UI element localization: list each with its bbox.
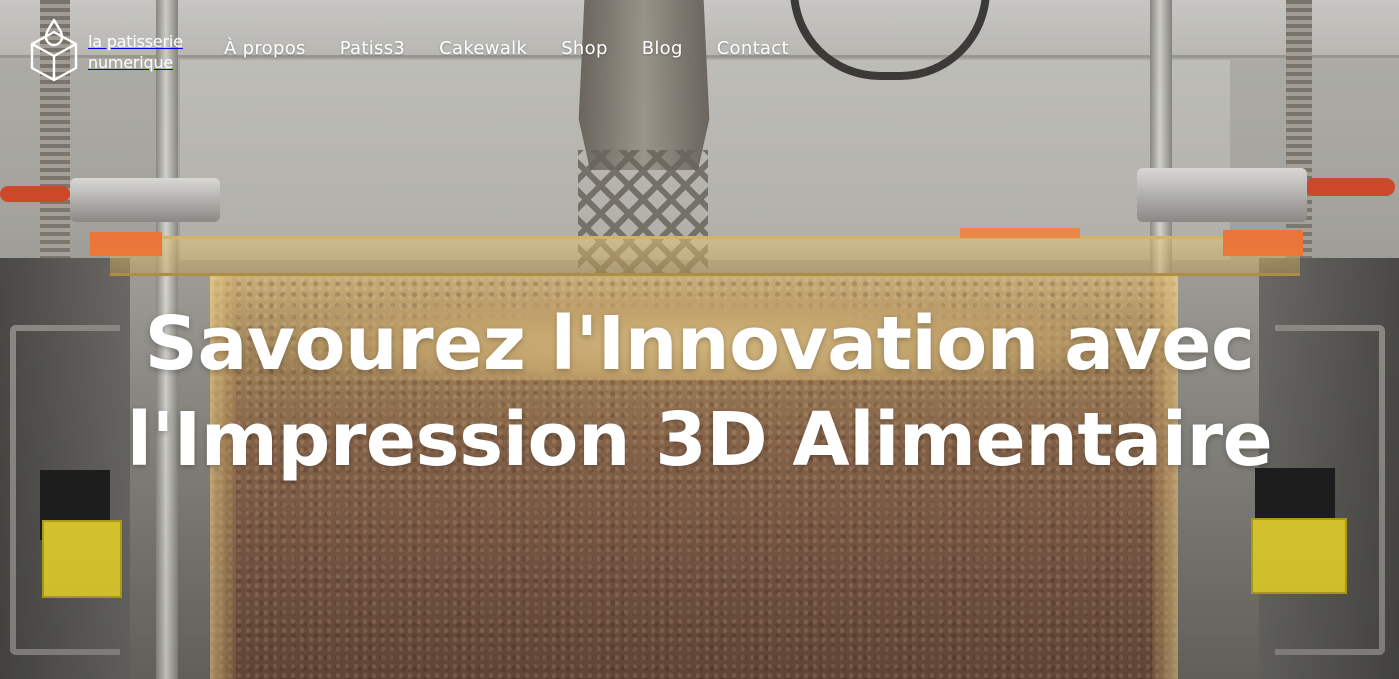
brand-name: la patisserie numerique bbox=[88, 31, 183, 73]
hero-title: Savourez l'Innovation avec l'Impression … bbox=[0, 296, 1399, 488]
nav-item-cakewalk[interactable]: Cakewalk bbox=[439, 38, 527, 59]
hero-title-line1: Savourez l'Innovation avec bbox=[144, 301, 1255, 387]
nav-item-contact[interactable]: Contact bbox=[717, 38, 789, 59]
nav-item-blog[interactable]: Blog bbox=[642, 38, 683, 59]
site-header: la patisserie numerique À propos Patiss3… bbox=[0, 0, 1399, 100]
brand-name-line2: numerique bbox=[88, 53, 174, 72]
main-nav: À propos Patiss3 Cakewalk Shop Blog Cont… bbox=[224, 38, 789, 59]
cube-drop-icon bbox=[30, 18, 78, 82]
hero-title-line2: l'Impression 3D Alimentaire bbox=[126, 397, 1273, 483]
nav-item-a-propos[interactable]: À propos bbox=[224, 38, 306, 59]
nav-item-patiss3[interactable]: Patiss3 bbox=[340, 38, 405, 59]
brand-logo-link[interactable]: la patisserie numerique bbox=[30, 18, 183, 82]
nav-item-shop[interactable]: Shop bbox=[561, 38, 607, 59]
brand-name-line1: la patisserie bbox=[88, 32, 183, 51]
hero-section: Savourez l'Innovation avec l'Impression … bbox=[0, 296, 1399, 488]
